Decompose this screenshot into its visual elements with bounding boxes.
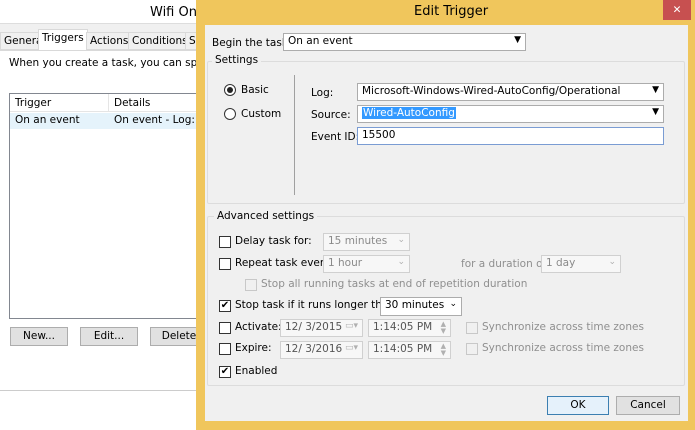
tab-triggers[interactable]: Triggers	[38, 29, 88, 51]
stop-task-checkbox[interactable]: ✔	[219, 300, 231, 312]
divider	[294, 75, 295, 195]
task-properties-window: Wifi On General Triggers Actions Conditi…	[0, 0, 243, 430]
advanced-settings-title: Advanced settings	[214, 210, 318, 222]
event-id-input[interactable]: 15500	[357, 127, 664, 145]
begin-task-select[interactable]: On an event ▼	[283, 33, 526, 51]
source-combo[interactable]: Wired-AutoConfig ▼	[357, 105, 664, 123]
stop-task-label: Stop task if it runs longer than:	[235, 299, 399, 311]
expire-time: 1:14:05 PM	[373, 343, 433, 355]
chevron-down-icon: ⌄	[397, 235, 405, 245]
enabled-label: Enabled	[235, 365, 278, 377]
expire-time-picker[interactable]: 1:14:05 PM ▲ ▼	[368, 341, 451, 359]
table-row[interactable]: On an event On event - Log: Mi	[10, 113, 210, 129]
custom-label: Custom	[241, 108, 282, 120]
row-trigger: On an event	[15, 114, 80, 126]
delay-label: Delay task for:	[235, 235, 312, 247]
calendar-icon: ▭▾	[344, 321, 358, 331]
duration-label: for a duration of:	[461, 258, 550, 270]
spinner-icon[interactable]: ▲ ▼	[441, 343, 446, 357]
delay-select[interactable]: 15 minutes ⌄	[323, 233, 410, 251]
expire-sync-label: Synchronize across time zones	[482, 342, 644, 354]
chevron-down-icon: ⌄	[608, 257, 616, 267]
log-label: Log:	[311, 87, 334, 99]
edit-button[interactable]: Edit...	[80, 327, 138, 346]
column-header-trigger[interactable]: Trigger	[15, 97, 51, 109]
close-button[interactable]: ✕	[663, 0, 691, 20]
chevron-down-icon: ⌄	[397, 257, 405, 267]
new-button[interactable]: New...	[10, 327, 68, 346]
basic-radio[interactable]	[224, 84, 236, 96]
expire-checkbox[interactable]	[219, 343, 231, 355]
expire-label: Expire:	[235, 342, 272, 354]
log-value: Microsoft-Windows-Wired-AutoConfig/Opera…	[362, 85, 621, 97]
trigger-list[interactable]: Trigger Details On an event On event - L…	[9, 93, 210, 319]
log-select[interactable]: Microsoft-Windows-Wired-AutoConfig/Opera…	[357, 83, 664, 101]
cancel-button[interactable]: Cancel	[616, 396, 680, 415]
activate-label: Activate:	[235, 321, 282, 333]
chevron-down-icon: ▼	[514, 35, 521, 45]
repeat-select[interactable]: 1 hour ⌄	[323, 255, 410, 273]
duration-select[interactable]: 1 day ⌄	[541, 255, 621, 273]
duration-value: 1 day	[546, 257, 576, 269]
tab-conditions[interactable]: Conditions	[128, 32, 192, 50]
repeat-label: Repeat task every:	[235, 257, 334, 269]
activate-sync-checkbox[interactable]	[466, 322, 478, 334]
begin-task-label: Begin the task:	[212, 37, 292, 49]
tab-actions[interactable]: Actions	[86, 32, 133, 50]
activate-time-picker[interactable]: 1:14:05 PM ▲ ▼	[368, 319, 451, 337]
activate-date: 12/ 3/2015	[285, 321, 343, 333]
chevron-down-icon: ⌄	[449, 299, 457, 309]
window-title: Wifi On	[150, 5, 197, 20]
event-id-label: Event ID:	[311, 131, 360, 143]
stop-task-select[interactable]: 30 minutes ⌄	[380, 297, 462, 316]
custom-radio[interactable]	[224, 108, 236, 120]
settings-title: Settings	[212, 54, 262, 66]
spinner-icon[interactable]: ▲ ▼	[441, 321, 446, 335]
chevron-down-icon: ▼	[652, 107, 659, 117]
repeat-value: 1 hour	[328, 257, 363, 269]
activate-date-picker[interactable]: 12/ 3/2015 ▭▾	[280, 319, 363, 337]
basic-label: Basic	[241, 84, 269, 96]
activate-time: 1:14:05 PM	[373, 321, 433, 333]
ok-button[interactable]: OK	[547, 396, 609, 415]
source-label: Source:	[311, 109, 351, 121]
stop-all-checkbox[interactable]	[245, 279, 257, 291]
expire-date: 12/ 3/2016	[285, 343, 343, 355]
source-value: Wired-AutoConfig	[362, 107, 456, 119]
expire-sync-checkbox[interactable]	[466, 343, 478, 355]
chevron-down-icon: ▼	[652, 85, 659, 95]
activate-sync-label: Synchronize across time zones	[482, 321, 644, 333]
repeat-checkbox[interactable]	[219, 258, 231, 270]
column-header-details[interactable]: Details	[114, 97, 150, 109]
stop-all-label: Stop all running tasks at end of repetit…	[261, 278, 528, 290]
stop-task-value: 30 minutes	[385, 299, 445, 311]
expire-date-picker[interactable]: 12/ 3/2016 ▭▾	[280, 341, 363, 359]
delay-checkbox[interactable]	[219, 236, 231, 248]
calendar-icon: ▭▾	[344, 343, 358, 353]
delay-value: 15 minutes	[328, 235, 388, 247]
enabled-checkbox[interactable]: ✔	[219, 366, 231, 378]
dialog-title: Edit Trigger	[414, 4, 489, 19]
activate-checkbox[interactable]	[219, 322, 231, 334]
begin-task-value: On an event	[288, 35, 353, 47]
